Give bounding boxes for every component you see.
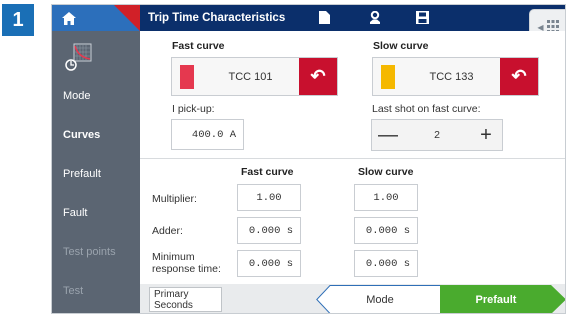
pickup-input[interactable]: 400.0 A	[171, 119, 244, 150]
min-response-slow-input[interactable]: 0.000 s	[354, 250, 418, 277]
multiplier-fast-input[interactable]: 1.00	[237, 184, 301, 211]
step-badge: 1	[2, 4, 34, 36]
min-response-label-line2: response time:	[152, 263, 221, 275]
fast-curve-selector[interactable]: TCC 101 ↶	[171, 57, 338, 96]
sidebar-item-curves[interactable]: Curves	[63, 129, 100, 141]
next-prefault-button[interactable]: Prefault	[440, 284, 552, 313]
col-header-fast: Fast curve	[241, 166, 294, 178]
min-response-label-line1: Minimum	[152, 251, 195, 263]
sidebar: Mode Curves Prefault Fault Test points T…	[52, 31, 140, 313]
sidebar-item-test: Test	[63, 285, 84, 297]
home-icon	[62, 11, 76, 25]
undo-icon: ↶	[511, 66, 527, 86]
last-shot-value[interactable]: 2	[404, 129, 470, 141]
page-title: Trip Time Characteristics	[148, 12, 286, 24]
person-icon[interactable]	[369, 11, 381, 25]
pickup-label: I pick-up:	[172, 103, 215, 115]
last-shot-label: Last shot on fast curve:	[372, 103, 481, 115]
footer-bar: Primary Seconds Mode Prefault	[140, 284, 565, 313]
undo-icon: ↶	[310, 66, 326, 86]
adder-slow-input[interactable]: 0.000 s	[354, 217, 418, 244]
sidebar-item-fault[interactable]: Fault	[63, 207, 87, 219]
curve-chart-icon	[65, 43, 92, 71]
units-line2: Seconds	[154, 300, 193, 311]
sidebar-item-prefault[interactable]: Prefault	[63, 168, 101, 180]
adder-label: Adder:	[152, 225, 183, 237]
slow-curve-selector[interactable]: TCC 133 ↶	[372, 57, 539, 96]
sidebar-item-test-points: Test points	[63, 246, 116, 258]
save-icon[interactable]	[416, 11, 429, 24]
fast-curve-reset-button[interactable]: ↶	[299, 58, 337, 95]
sidebar-item-mode[interactable]: Mode	[63, 90, 91, 102]
units-line1: Primary	[154, 289, 189, 300]
multiplier-slow-input[interactable]: 1.00	[354, 184, 418, 211]
col-header-slow: Slow curve	[358, 166, 414, 178]
app-window: Trip Time Characteristics ◀ Mode Curves …	[51, 4, 566, 314]
slow-curve-reset-button[interactable]: ↶	[500, 58, 538, 95]
slow-curve-color-swatch	[381, 64, 395, 89]
multiplier-label: Multiplier:	[152, 193, 197, 205]
last-shot-stepper: — 2 +	[371, 119, 503, 151]
section-divider	[140, 158, 565, 159]
units-toggle-button[interactable]: Primary Seconds	[149, 287, 222, 312]
fast-curve-heading: Fast curve	[172, 40, 225, 52]
fast-curve-color-swatch	[180, 64, 194, 89]
decrement-button[interactable]: —	[372, 120, 404, 150]
new-file-icon[interactable]	[319, 11, 330, 24]
header-bar: Trip Time Characteristics	[52, 5, 565, 31]
increment-button[interactable]: +	[470, 120, 502, 150]
home-button[interactable]	[52, 5, 140, 31]
adder-fast-input[interactable]: 0.000 s	[237, 217, 301, 244]
back-mode-button[interactable]: Mode	[316, 284, 444, 313]
min-response-fast-input[interactable]: 0.000 s	[237, 250, 301, 277]
main-content: Fast curve Slow curve TCC 101 ↶ TCC 133 …	[140, 31, 565, 313]
slow-curve-heading: Slow curve	[373, 40, 429, 52]
min-response-label: Minimum response time:	[152, 251, 221, 275]
